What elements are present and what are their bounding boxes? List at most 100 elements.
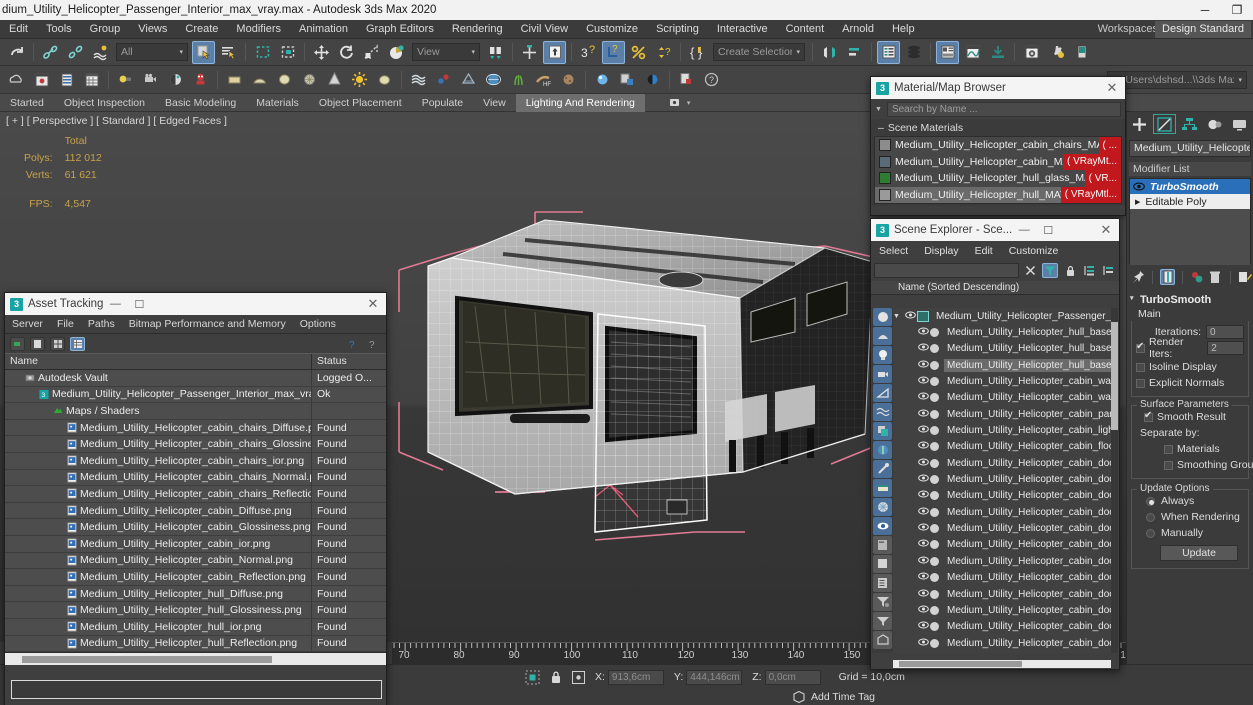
add-time-tag-label[interactable]: Add Time Tag bbox=[811, 691, 875, 703]
window-crossing-icon[interactable] bbox=[276, 41, 299, 64]
turbosmooth-rollout-header[interactable]: TurboSmooth bbox=[1130, 292, 1250, 308]
menu-item-content[interactable]: Content bbox=[777, 20, 834, 39]
scene-tree-item[interactable]: Medium_Utility_Helicopter_cabin_floor bbox=[893, 439, 1111, 455]
menu-item-graph-editors[interactable]: Graph Editors bbox=[357, 20, 443, 39]
table-row[interactable]: Medium_Utility_Helicopter_hull_Reflectio… bbox=[5, 635, 386, 653]
curve-editor-icon[interactable] bbox=[961, 41, 984, 64]
object-color-dot[interactable] bbox=[930, 360, 939, 370]
scene-tree-item[interactable]: Medium_Utility_Helicopter_cabin_parts_s bbox=[893, 406, 1111, 422]
asset-tracking-rows[interactable]: Autodesk Vault Logged O... 3 Medium_Utility… bbox=[5, 370, 386, 653]
menu-item-help[interactable]: Help bbox=[883, 20, 924, 39]
select-and-place-icon[interactable] bbox=[385, 41, 408, 64]
display-list-icon[interactable] bbox=[873, 574, 892, 592]
object-color-dot[interactable] bbox=[930, 458, 939, 468]
show-end-result-icon[interactable] bbox=[1160, 269, 1175, 285]
visibility-eye-icon[interactable] bbox=[917, 376, 930, 387]
coord-x-field[interactable]: 913,6cm bbox=[607, 669, 664, 685]
ribbon-tab-object-inspection[interactable]: Object Inspection bbox=[54, 94, 155, 112]
material-assign-icon[interactable] bbox=[616, 68, 639, 91]
edit-named-sets-icon[interactable]: { } bbox=[686, 41, 709, 64]
cloth-icon[interactable] bbox=[407, 68, 430, 91]
material-list-item[interactable]: Medium_Utility_Helicopter_hull_glass_MAT… bbox=[875, 170, 1121, 187]
link-icon[interactable] bbox=[39, 41, 62, 64]
menu-item-civil-view[interactable]: Civil View bbox=[512, 20, 577, 39]
selection-filter-icon[interactable] bbox=[873, 593, 892, 611]
material-sphere-icon[interactable] bbox=[591, 68, 614, 91]
asset-name-cell[interactable]: Medium_Utility_Helicopter_cabin_ior.png bbox=[5, 535, 312, 552]
modifier-list-label[interactable]: Modifier List bbox=[1129, 162, 1251, 176]
align-icon[interactable] bbox=[843, 41, 866, 64]
table-row[interactable]: Medium_Utility_Helicopter_cabin_Diffuse.… bbox=[5, 502, 386, 520]
pin-stack-icon[interactable] bbox=[1131, 269, 1145, 285]
spinner-snap-icon[interactable]: ? bbox=[652, 41, 675, 64]
create-tab-icon[interactable] bbox=[1128, 114, 1151, 134]
visibility-eye-icon[interactable] bbox=[917, 605, 930, 616]
bind-space-warp-icon[interactable] bbox=[89, 41, 112, 64]
scene-minimize-icon[interactable]: — bbox=[1012, 224, 1036, 236]
sphere-icon[interactable] bbox=[248, 68, 271, 91]
visibility-eye-icon[interactable] bbox=[917, 327, 930, 338]
scene-tree-item[interactable]: Medium_Utility_Helicopter_hull_base_par bbox=[893, 324, 1111, 340]
scene-tree-item[interactable]: Medium_Utility_Helicopter_cabin_walls_0 bbox=[893, 390, 1111, 406]
scene-tree-item[interactable]: Medium_Utility_Helicopter_cabin_door_r bbox=[893, 651, 1111, 653]
clear-find-icon[interactable] bbox=[1023, 264, 1037, 278]
help-unpin-icon[interactable]: ? bbox=[366, 337, 381, 351]
grass-icon[interactable] bbox=[507, 68, 530, 91]
table-row[interactable]: Medium_Utility_Helicopter_cabin_Reflecti… bbox=[5, 569, 386, 586]
scene-tree-item[interactable]: Medium_Utility_Helicopter_hull_base_gla bbox=[893, 341, 1111, 357]
object-color-dot[interactable] bbox=[930, 393, 939, 403]
eye-icon[interactable] bbox=[1133, 182, 1145, 191]
xrefs-filter-icon[interactable] bbox=[873, 441, 892, 459]
ribbon-tab-object-placement[interactable]: Object Placement bbox=[309, 94, 412, 112]
table-row[interactable]: 3 Medium_Utility_Helicopter_Passenger_Int… bbox=[5, 386, 386, 404]
filter-funnel-icon[interactable] bbox=[873, 612, 892, 630]
render-list-icon[interactable] bbox=[55, 68, 78, 91]
viewport-label[interactable]: [ + ] [ Perspective ] [ Standard ] [ Edg… bbox=[6, 115, 227, 127]
scene-tree-item[interactable]: Medium_Utility_Helicopter_cabin_door_r bbox=[893, 537, 1111, 553]
capsule-icon[interactable] bbox=[273, 68, 296, 91]
table-row[interactable]: Maps / Shaders bbox=[5, 403, 386, 420]
modify-tab-icon[interactable] bbox=[1153, 114, 1176, 134]
asset-name-cell[interactable]: Autodesk Vault bbox=[5, 370, 312, 386]
coord-y-field[interactable]: 444,146cm bbox=[686, 669, 743, 685]
scene-explorer-tree[interactable]: ▼ Medium_Utility_Helicopter_Passenger_Int… bbox=[893, 308, 1111, 653]
detail-view-icon[interactable] bbox=[70, 336, 85, 351]
object-color-dot[interactable] bbox=[930, 426, 939, 436]
time-ruler[interactable]: 70 80 90 100 110 120 130 140 150 210 220 bbox=[392, 642, 1253, 664]
scene-tree-item[interactable]: Medium_Utility_Helicopter_cabin_door_r bbox=[893, 520, 1111, 536]
percent-snap-icon[interactable] bbox=[627, 41, 650, 64]
table-row[interactable]: Medium_Utility_Helicopter_cabin_chairs_i… bbox=[5, 452, 386, 470]
asset-tracking-window[interactable]: 3 Asset Tracking — ☐ ✕ Server File Paths… bbox=[4, 292, 387, 705]
display-box-icon[interactable] bbox=[873, 555, 892, 573]
table-row[interactable]: Autodesk Vault Logged O... bbox=[5, 370, 386, 387]
object-color-dot[interactable] bbox=[930, 638, 939, 648]
asset-name-cell[interactable]: Medium_Utility_Helicopter_cabin_chairs_N… bbox=[5, 469, 312, 486]
scene-tree-item[interactable]: Medium_Utility_Helicopter_cabin_door_r bbox=[893, 504, 1111, 520]
material-list-item[interactable]: Medium_Utility_Helicopter_cabin_MAT( VRa… bbox=[875, 153, 1121, 170]
groups-filter-icon[interactable] bbox=[873, 422, 892, 440]
redo-icon[interactable] bbox=[5, 41, 28, 64]
visibility-eye-icon[interactable] bbox=[917, 507, 930, 518]
atom-icon[interactable] bbox=[432, 68, 455, 91]
visibility-eye-icon[interactable] bbox=[917, 343, 930, 354]
table-row[interactable]: Medium_Utility_Helicopter_cabin_ior.png F… bbox=[5, 535, 386, 553]
visibility-eye-icon[interactable] bbox=[917, 539, 930, 550]
visibility-eye-icon[interactable] bbox=[904, 311, 917, 322]
absolute-relative-icon[interactable] bbox=[570, 669, 587, 685]
table-row[interactable]: Medium_Utility_Helicopter_hull_Diffuse.p… bbox=[5, 585, 386, 603]
object-color-dot[interactable] bbox=[930, 573, 939, 583]
explicit-normals-checkbox[interactable] bbox=[1136, 378, 1145, 388]
scene-explorer-window[interactable]: 3 Scene Explorer - Sce... — ☐ ✕ Select D… bbox=[870, 218, 1120, 670]
asset-menu-paths[interactable]: Paths bbox=[81, 318, 122, 330]
ribbon-tab-started[interactable]: Started bbox=[0, 94, 54, 112]
render-sheet-icon[interactable] bbox=[80, 68, 103, 91]
project-path-combo[interactable]: C:\Users\dshsd...\\3ds Max 2020▾ bbox=[1107, 70, 1247, 89]
hidden-icon[interactable] bbox=[873, 517, 892, 535]
asset-maximize-icon[interactable]: ☐ bbox=[127, 298, 151, 311]
menu-item-rendering[interactable]: Rendering bbox=[443, 20, 512, 39]
ribbon-tab-populate[interactable]: Populate bbox=[412, 94, 473, 112]
render-iters-checkbox[interactable] bbox=[1136, 341, 1145, 353]
list-view-icon[interactable] bbox=[30, 336, 45, 351]
visibility-eye-icon[interactable] bbox=[917, 572, 930, 583]
visibility-eye-icon[interactable] bbox=[917, 556, 930, 567]
